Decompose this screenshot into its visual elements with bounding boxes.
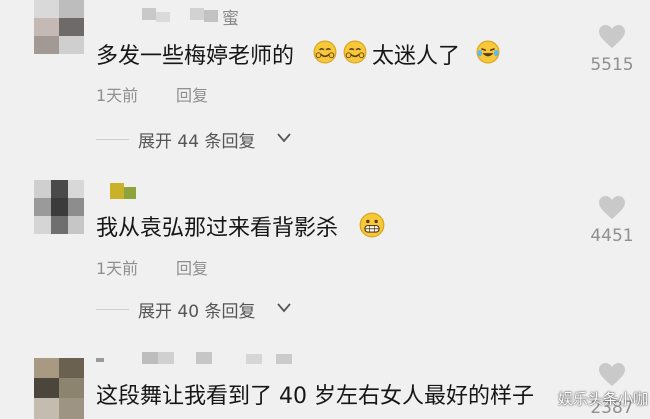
chevron-down-icon[interactable]	[276, 132, 292, 144]
heart-icon[interactable]	[598, 24, 626, 50]
like-count: 4451	[590, 226, 634, 246]
reply-button[interactable]: 回复	[176, 82, 208, 106]
crying-laughing-emoji	[476, 40, 500, 64]
like-count: 5515	[590, 55, 634, 75]
comment-text-part: 这段舞让我看到了 40 岁左右女人最好的样子	[96, 384, 534, 409]
expand-replies-label[interactable]: 展开 40 条回复	[138, 297, 255, 322]
comment-text-part: 太迷人了	[372, 44, 461, 69]
username[interactable]: 蜜	[222, 4, 239, 29]
avatar[interactable]	[34, 358, 84, 419]
chevron-down-icon[interactable]	[276, 302, 292, 314]
comment-text-tail: 太迷人了	[372, 38, 460, 70]
avatar[interactable]	[34, 0, 84, 54]
reply-button[interactable]: 回复	[176, 255, 208, 279]
heart-icon[interactable]	[598, 195, 626, 221]
yum-emoji	[343, 40, 367, 64]
comment-text-part: 多发一些梅婷老师的	[96, 44, 295, 69]
comment-text: 多发一些梅婷老师的	[96, 38, 294, 70]
watermark: 娱乐头条小咖	[557, 390, 648, 408]
username-blurred	[110, 183, 150, 201]
divider-line	[96, 309, 129, 310]
comment-text-part: 我从袁弘那过来看背影杀	[96, 216, 339, 241]
yum-emoji	[313, 40, 337, 64]
username-blurred	[142, 6, 222, 24]
expand-replies-label[interactable]: 展开 44 条回复	[138, 127, 255, 152]
comment-time: 1天前	[96, 259, 139, 278]
comment-time: 1天前	[96, 86, 139, 105]
grinning-emoji	[359, 212, 385, 238]
comment-text: 这段舞让我看到了 40 岁左右女人最好的样子	[96, 378, 534, 410]
username-blurred	[96, 352, 316, 370]
heart-icon[interactable]	[598, 362, 626, 388]
divider-line	[96, 139, 129, 140]
comment-text: 我从袁弘那过来看背影杀	[96, 210, 338, 242]
avatar[interactable]	[34, 180, 84, 234]
